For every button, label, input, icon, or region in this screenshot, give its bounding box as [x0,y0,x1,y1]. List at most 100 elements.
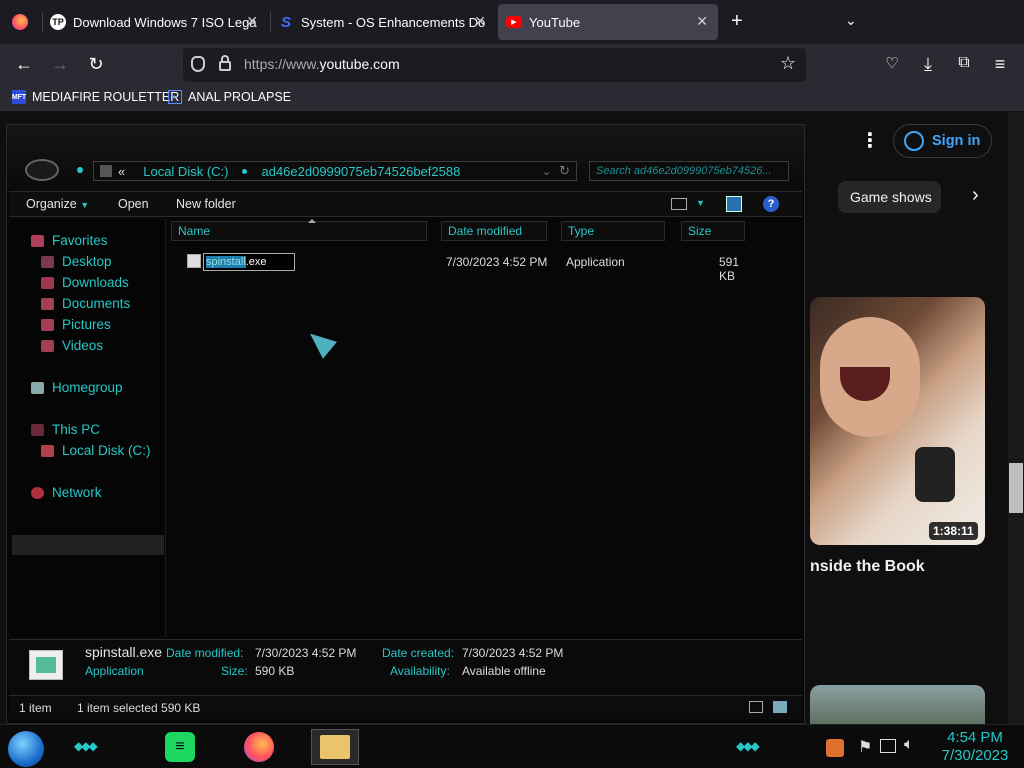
dropdown-chevron-icon[interactable]: ⌄ [542,165,551,178]
column-header-name[interactable]: Name [171,221,427,241]
chevron-down-icon[interactable]: ▼ [696,198,705,208]
nav-local-disk[interactable]: Local Disk (C:) [41,443,151,458]
spotify-taskbar-button[interactable]: ≡ [156,729,204,765]
drive-icon [100,165,112,177]
firefox-taskbar-button[interactable] [235,729,283,765]
star-icon [31,234,44,247]
close-icon[interactable]: ✕ [474,13,486,30]
sign-in-label: Sign in [932,133,981,149]
organize-label: Organize [26,197,77,211]
chevron-right-icon[interactable]: › [972,184,979,207]
address-folder[interactable]: ad46e2d0999075eb74526bef2588 [261,164,460,179]
nav-downloads[interactable]: Downloads [41,275,129,290]
nav-desktop[interactable]: Desktop [41,254,112,269]
back-orb-icon[interactable] [25,159,59,181]
bookmark-second[interactable]: ▷ ANAL PROLAPSE [168,90,291,104]
view-options-icon[interactable] [671,198,687,210]
lock-shackle-icon [221,55,229,63]
navigation-pane: Favorites Desktop Downloads Documents Pi… [9,219,166,637]
nav-network[interactable]: Network [31,485,102,500]
extensions-icon[interactable]: ⧉ [952,54,976,72]
close-icon[interactable]: ✕ [246,13,258,30]
tab-youtube[interactable]: ▶ YouTube ✕ [498,4,718,40]
download-icon[interactable]: ⤓ [916,54,940,75]
help-icon[interactable]: ? [763,196,779,212]
explorer-window: « Local Disk (C:) ad46e2d0999075eb74526b… [6,124,805,724]
bookmark-star-icon[interactable]: ☆ [780,53,796,74]
video-thumbnail-2[interactable] [810,685,985,725]
tab-windows7[interactable]: TP Download Windows 7 ISO Lega ✕ [50,4,268,40]
tab-title: Download Windows 7 ISO Lega [73,14,257,30]
organize-button[interactable]: Organize ▼ [26,197,89,211]
close-icon[interactable]: ✕ [696,13,708,30]
tab-os-enhancements[interactable]: S System - OS Enhancements Do ✕ [278,4,496,40]
refresh-icon[interactable]: ↻ [559,163,570,179]
nav-label: Local Disk (C:) [62,443,151,458]
chip-game-shows[interactable]: Game shows [838,181,941,213]
url-bar[interactable]: https://www.youtube.com ☆ [183,48,806,82]
nav-label: Documents [62,296,131,311]
taskbar-clock[interactable]: 4:54 PM 7/30/2023 [930,729,1020,765]
cursor-icon [302,325,338,359]
tab-list-chevron-icon[interactable]: ⌄ [845,12,857,29]
forward-arrow-icon[interactable]: → [48,54,72,75]
tab-separator [42,12,43,32]
address-prefix[interactable]: « [118,164,125,179]
firefox-menu-icon[interactable] [12,14,28,30]
rename-input[interactable]: spinstall .exe [203,253,295,271]
bookmark-mediafire[interactable]: MFT MEDIAFIRE ROULETTER [12,90,179,104]
nav-this-pc[interactable]: This PC [31,422,100,437]
clock-time: 4:54 PM [947,729,1003,746]
decor-chevrons: ◆◆◆ [74,739,98,753]
address-bar[interactable]: « Local Disk (C:) ad46e2d0999075eb74526b… [93,161,577,181]
hamburger-menu-icon[interactable]: ≡ [988,54,1012,75]
preview-pane-icon[interactable] [726,196,742,212]
nav-homegroup[interactable]: Homegroup [31,380,123,395]
start-orb-icon[interactable] [8,731,44,767]
new-folder-button[interactable]: New folder [176,197,236,211]
network-tray-icon[interactable] [880,739,896,753]
volume-icon[interactable]: 🔈︎ [904,736,914,754]
address-root[interactable]: Local Disk (C:) [143,164,228,179]
page-scrollbar[interactable] [1008,112,1024,724]
scrollbar-thumb[interactable] [1009,463,1023,513]
column-header-size[interactable]: Size [681,221,745,241]
more-options-icon[interactable]: ⋮ [860,128,880,153]
recent-dot-icon[interactable] [77,167,83,173]
bookmarks-bar: MFT MEDIAFIRE ROULETTER ▷ ANAL PROLAPSE [0,86,1024,112]
file-row[interactable]: spinstall .exe 7/30/2023 4:52 PM Applicat… [185,253,755,283]
large-icons-view-icon[interactable] [773,701,787,713]
url-text[interactable]: https://www.youtube.com [244,56,400,72]
nav-pictures[interactable]: Pictures [41,317,111,332]
nav-label: Videos [62,338,104,353]
video-thumbnail[interactable] [810,297,985,545]
details-pane: spinstall.exe Application Date modified:… [9,639,802,699]
details-view-icon[interactable] [749,701,763,713]
tray-app-icon[interactable] [826,739,844,757]
computer-icon [31,423,44,436]
flag-icon[interactable]: ⚑ [858,737,872,757]
tab-title: YouTube [529,14,581,30]
new-tab-icon[interactable]: + [731,10,743,33]
nav-documents[interactable]: Documents [41,296,130,311]
nav-favorites[interactable]: Favorites [31,233,108,248]
explorer-titlebar: « Local Disk (C:) ad46e2d0999075eb74526b… [7,125,804,191]
back-arrow-icon[interactable]: ← [12,54,36,75]
documents-icon [41,297,54,310]
nav-videos[interactable]: Videos [41,338,103,353]
shield-icon[interactable] [191,56,205,72]
column-header-type[interactable]: Type [561,221,665,241]
open-button[interactable]: Open [118,197,149,211]
command-bar: Organize ▼ Open New folder ▼ ? [9,191,802,217]
firefox-icon [244,732,274,762]
reload-icon[interactable]: ↻ [84,54,108,75]
sign-in-button[interactable]: Sign in [893,124,992,158]
column-header-date[interactable]: Date modified [441,221,547,241]
tab-bar: TP Download Windows 7 ISO Lega ✕ S Syste… [0,0,1024,44]
nav-bar: ← → ↻ https://www.youtube.com ☆ ♡ ⤓ ⧉ ≡ [0,44,1024,86]
search-input[interactable]: Search ad46e2d0999075eb74526... [589,161,789,181]
pocket-icon[interactable]: ♡ [880,54,904,72]
bookmark-label: ANAL PROLAPSE [188,90,292,104]
video-title[interactable]: nside the Book [810,558,925,576]
explorer-taskbar-button[interactable] [311,729,359,765]
